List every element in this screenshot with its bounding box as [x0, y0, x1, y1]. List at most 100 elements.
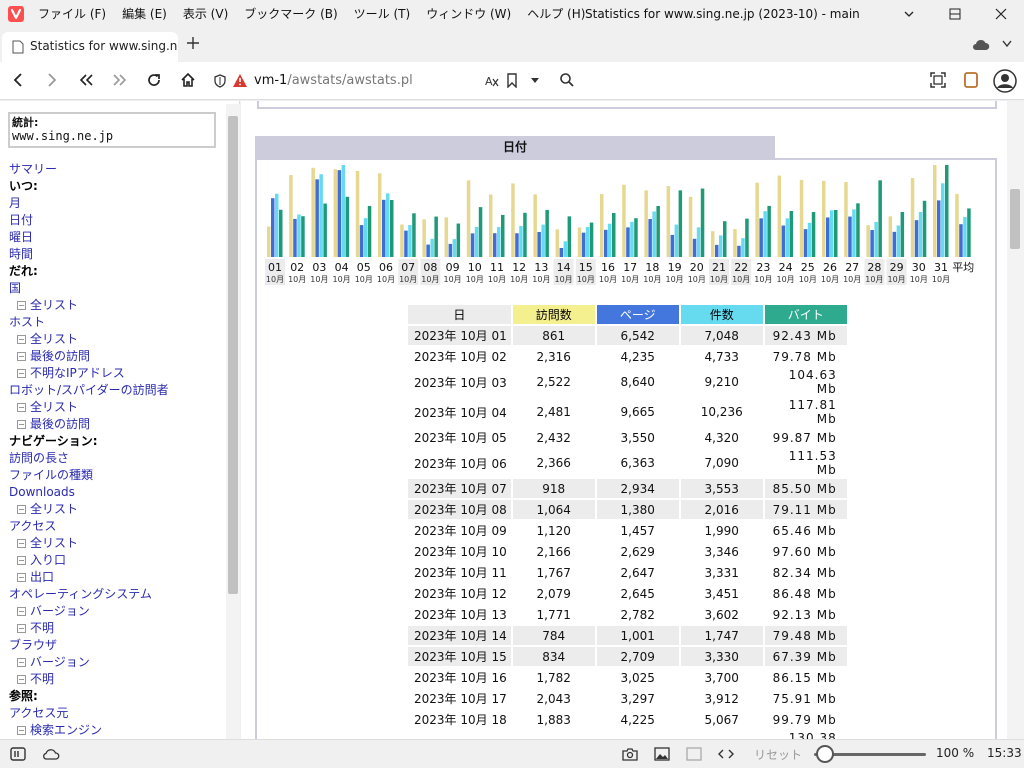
tick-label: 18 — [645, 261, 659, 274]
tick-label: 03 — [312, 261, 326, 274]
sidebar-subitem[interactable]: バージョン — [9, 654, 169, 671]
sidebar-item[interactable]: ブラウザ — [9, 637, 169, 654]
list-box-icon — [17, 301, 26, 310]
sidebar-subitem[interactable]: 不明 — [9, 620, 169, 637]
sidebar-item[interactable]: Downloads — [9, 484, 169, 501]
sidebar-subitem[interactable]: 入り口 — [9, 552, 169, 569]
sidebar-item[interactable]: サマリー — [9, 161, 169, 178]
previous-section-box — [257, 101, 997, 109]
bar-hits — [430, 238, 434, 257]
new-tab-icon[interactable] — [186, 36, 200, 50]
bar-visits — [711, 231, 715, 257]
sidebar-scrollbar[interactable] — [226, 104, 240, 739]
sidebar-subitem[interactable]: 不明 — [9, 671, 169, 688]
sidebar-item-label: 全リスト — [30, 298, 79, 312]
avatar-icon[interactable] — [993, 69, 1017, 93]
cloud-icon[interactable] — [42, 749, 60, 760]
menu-item-3[interactable]: ブックマーク (B) — [236, 0, 345, 28]
cell-date: 2023年 10月 12 — [414, 587, 507, 601]
zoom-slider-handle[interactable] — [816, 745, 834, 763]
home-icon[interactable] — [180, 72, 196, 88]
menu-item-1[interactable]: 編集 (E) — [114, 0, 175, 28]
menu-item-0[interactable]: ファイル (F) — [30, 0, 114, 28]
sidebar-item[interactable]: 日付 — [9, 212, 169, 229]
dropdown-icon[interactable] — [530, 77, 540, 85]
close-button[interactable] — [978, 0, 1024, 28]
bookmark-icon[interactable] — [506, 73, 518, 88]
cloud-sync-icon[interactable] — [972, 39, 990, 51]
sidebar-item[interactable]: アクセス — [9, 518, 169, 535]
sidebar-item[interactable]: 訪問の長さ — [9, 450, 169, 467]
bar-pages — [426, 244, 430, 257]
sidebar-item[interactable]: ファイルの種類 — [9, 467, 169, 484]
code-icon[interactable] — [718, 747, 734, 761]
bar-visits — [755, 182, 759, 257]
sidebar-subitem[interactable]: 不明なIPアドレス — [9, 365, 169, 382]
bar-visits — [888, 216, 893, 257]
zoom-reset-label[interactable]: リセット — [754, 746, 802, 763]
sidebar-subitem[interactable]: 全リスト — [9, 399, 169, 416]
sidebar-subitem[interactable]: 最後の訪問 — [9, 416, 169, 433]
sidebar-item[interactable]: 時間 — [9, 246, 169, 263]
sidebar-subitem[interactable]: 出口 — [9, 569, 169, 586]
cell-date: 2023年 10月 17 — [414, 692, 507, 706]
translate-icon[interactable]: A — [484, 74, 500, 88]
sidebar-item[interactable]: ホスト — [9, 314, 169, 331]
menu-item-4[interactable]: ツール (T) — [346, 0, 419, 28]
sidebar-subitem[interactable]: 全リスト — [9, 535, 169, 552]
cell-bytes: 79.11 Mb — [764, 500, 847, 519]
tick-month-label: 10月 — [821, 275, 839, 284]
sidebar-item-label: ファイルの種類 — [9, 468, 94, 482]
sidebar-item[interactable]: アクセス元 — [9, 705, 169, 722]
sidebar-item[interactable]: オペレーティングシステム — [9, 586, 169, 603]
bar-bytes — [501, 214, 505, 257]
sidebar-subitem[interactable]: 全リスト — [9, 297, 169, 314]
sidebar-scroll-thumb[interactable] — [228, 116, 238, 594]
bar-visits — [511, 183, 515, 257]
main-scrollbar[interactable] — [1007, 101, 1024, 739]
notes-panel-icon[interactable] — [963, 72, 979, 88]
maximize-button[interactable] — [934, 0, 978, 28]
panel-toggle-icon[interactable] — [10, 747, 26, 761]
minimize-button[interactable] — [886, 0, 932, 28]
bar-hits — [474, 226, 479, 257]
sidebar-item[interactable]: 月 — [9, 195, 169, 212]
sidebar-item[interactable]: 曜日 — [9, 229, 169, 246]
sidebar-subitem[interactable]: 検索エンジン — [9, 722, 169, 739]
sidebar-subitem[interactable]: バージョン — [9, 603, 169, 620]
warning-icon[interactable] — [232, 73, 248, 88]
vivaldi-logo-icon[interactable] — [8, 6, 24, 22]
back-icon[interactable] — [10, 72, 26, 88]
reload-icon[interactable] — [146, 72, 162, 88]
shield-icon[interactable] — [214, 74, 226, 88]
tick-label: 19 — [668, 261, 682, 274]
cell-visits: 1,767 — [536, 565, 571, 580]
fast-forward-icon[interactable] — [112, 72, 128, 88]
sidebar-subitem[interactable]: 全リスト — [9, 501, 169, 518]
camera-icon[interactable] — [622, 747, 638, 761]
sidebar-item-label: いつ: — [9, 179, 38, 193]
window-title: Statistics for www.sing.ne.jp (2023-10) … — [585, 7, 860, 21]
bar-pages — [692, 238, 697, 257]
rewind-icon[interactable] — [78, 72, 94, 88]
menu-item-5[interactable]: ウィンドウ (W) — [418, 0, 519, 28]
menu-item-6[interactable]: ヘルプ (H) — [519, 0, 593, 28]
cell-hits: 10,236 — [700, 405, 743, 419]
sidebar-subitem[interactable]: 最後の訪問 — [9, 348, 169, 365]
capture-icon[interactable] — [930, 72, 946, 88]
search-icon[interactable] — [559, 72, 575, 88]
menu-item-2[interactable]: 表示 (V) — [175, 0, 236, 28]
forward-icon[interactable] — [44, 72, 60, 88]
image-icon[interactable] — [654, 747, 670, 761]
sidebar-subitem[interactable]: 全リスト — [9, 331, 169, 348]
main-scroll-thumb[interactable] — [1010, 189, 1020, 249]
bar-hits — [319, 174, 323, 257]
chevron-down-icon[interactable] — [1002, 38, 1012, 52]
tab-statistics[interactable]: Statistics for www.sing.ne.jp — [2, 32, 178, 62]
page-tiling-icon[interactable] — [686, 747, 702, 761]
cell-pages: 2,709 — [596, 647, 679, 666]
sidebar-item[interactable]: 国 — [9, 280, 169, 297]
bar-visits — [577, 227, 582, 257]
tick-month-label: 10月 — [732, 275, 750, 284]
sidebar-item[interactable]: ロボット/スパイダーの訪問者 — [9, 382, 169, 399]
